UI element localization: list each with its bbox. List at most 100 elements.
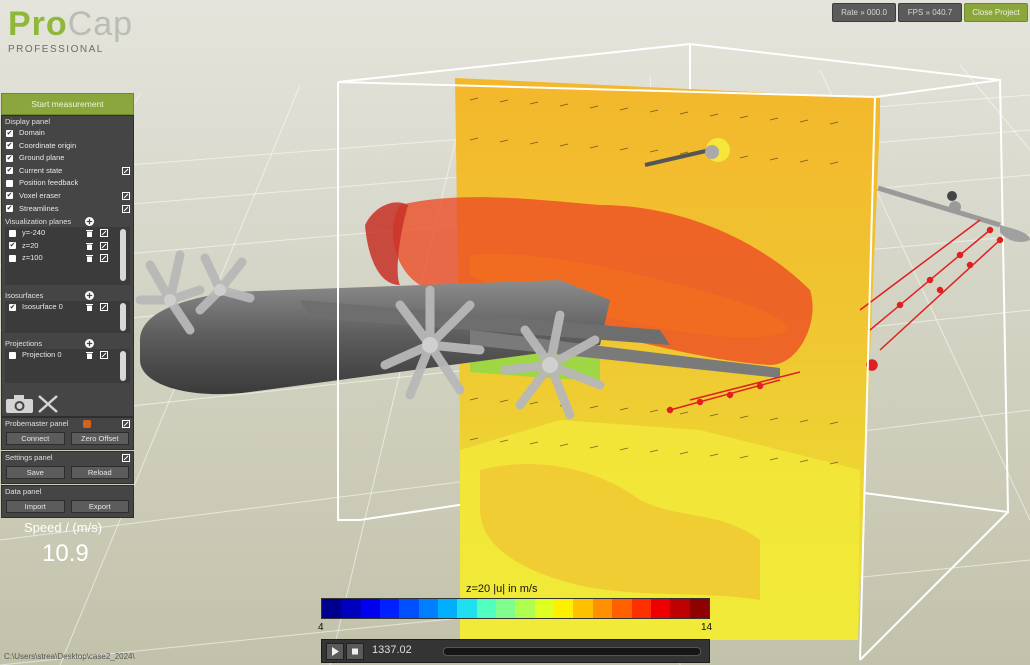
color-scale-swatch [592,599,613,618]
checkbox[interactable]: ✔ [6,205,13,213]
trash-icon[interactable] [86,303,93,312]
edit-icon[interactable] [100,303,108,312]
3d-viewport[interactable] [0,0,1030,665]
rate-display[interactable]: Rate » 000.0 [832,3,896,22]
reload-button[interactable]: Reload [70,466,129,479]
color-scale-swatch [689,599,709,618]
checkbox[interactable]: ✔ [6,167,13,175]
color-scale-swatch [534,599,555,618]
color-scale-swatch [476,599,497,618]
color-scale-title: z=20 |u| in m/s [466,583,538,595]
visualization-planes-title: Visualization planes [5,217,72,227]
display-panel-title: Display panel [5,117,51,126]
display-item[interactable]: ✔ Ground plane [2,152,133,165]
probemaster-header: Probemaster panel [2,418,133,429]
projections-scrollbar[interactable] [120,351,126,382]
checkbox[interactable] [9,254,16,262]
camera-icon[interactable] [5,394,35,414]
edit-icon[interactable] [100,254,108,263]
display-panel: Display panel ✔ Domain ✔ Coordinate origin ✔… [1,115,134,417]
display-item-label: Voxel eraser [19,190,61,200]
plane-item[interactable]: y=-240 [5,227,130,240]
export-button[interactable]: Export [70,500,129,513]
display-item[interactable]: ✔ Streamlines [2,203,133,216]
isosurfaces-list: ✔ Isosurface 0 [5,301,130,334]
color-scale-swatch [612,599,632,618]
play-button[interactable] [326,643,344,660]
probemaster-status-indicator [83,420,91,428]
projections-header: Projections [2,338,133,349]
fps-display[interactable]: FPS » 040.7 [898,3,962,22]
edit-icon[interactable] [122,191,130,200]
checkbox[interactable] [9,229,16,237]
logo-subtitle: PROFESSIONAL [8,44,104,55]
visualization-planes-header: Visualization planes [2,216,133,227]
stop-button[interactable] [346,643,364,660]
planes-scrollbar[interactable] [120,229,126,282]
trash-icon[interactable] [86,242,93,250]
edit-icon[interactable] [122,166,130,175]
project-path: C:\Users\strea\Desktop\case2_2024\ [4,652,135,661]
projection-item[interactable]: Projection 0 [5,349,130,362]
plane-item[interactable]: ✔ z=20 [5,240,130,253]
start-measurement-button[interactable]: Start measurement [1,93,134,115]
zero-offset-button[interactable]: Zero Offset [70,432,129,445]
checkbox[interactable]: ✔ [9,303,16,311]
visualization-planes-list: y=-240 ✔ z=20 z=100 [5,227,130,286]
display-item[interactable]: ✔ Voxel eraser [2,190,133,203]
add-isosurface-icon[interactable] [85,291,94,301]
display-item[interactable]: ✔ Current state [2,165,133,178]
color-scale-max: 14 [701,622,713,633]
color-scale-swatch [554,599,574,618]
color-scale-swatch [457,599,477,618]
settings-panel: Settings panel Save Reload [1,451,134,484]
add-plane-icon[interactable] [85,217,94,227]
trash-icon[interactable] [86,229,93,238]
display-item[interactable]: Position feedback [2,177,133,190]
edit-icon[interactable] [122,420,130,428]
isosurface-item-label: Isosurface 0 [22,302,63,312]
color-scale-swatch [399,599,419,618]
clear-icon[interactable] [37,394,59,414]
checkbox[interactable]: ✔ [6,129,13,137]
color-scale-bar [321,598,710,619]
color-scale-swatch [438,599,458,618]
add-projection-icon[interactable] [85,339,94,349]
checkbox[interactable]: ✔ [6,154,13,162]
save-button[interactable]: Save [6,466,65,479]
color-scale-swatch [650,599,671,618]
color-scale-swatch [631,599,651,618]
display-item-label: Streamlines [19,203,59,213]
color-scale-swatch [322,599,342,618]
checkbox[interactable]: ✔ [9,242,16,250]
checkbox[interactable] [6,179,13,187]
data-panel: Data panel Import Export [1,485,134,518]
checkbox[interactable] [9,351,16,359]
checkbox[interactable]: ✔ [6,142,13,150]
playback-slider[interactable] [443,647,701,656]
color-scale-swatch [573,599,593,618]
edit-icon[interactable] [100,241,108,250]
import-button[interactable]: Import [6,500,65,513]
checkbox[interactable]: ✔ [6,192,13,200]
edit-icon[interactable] [100,229,108,238]
stop-icon [352,648,358,655]
edit-icon[interactable] [100,351,108,360]
display-item-label: Domain [19,128,45,137]
projections-title: Projections [5,339,43,349]
plane-item[interactable]: z=100 [5,252,130,265]
edit-icon[interactable] [122,454,130,462]
trash-icon[interactable] [86,254,93,263]
projections-list: Projection 0 [5,349,130,384]
isosurfaces-scrollbar[interactable] [120,303,126,332]
connect-button[interactable]: Connect [6,432,65,445]
settings-title: Settings panel [5,453,53,462]
probemaster-title: Probemaster panel [5,419,69,428]
close-project-button[interactable]: Close Project [964,3,1028,22]
display-item[interactable]: ✔ Coordinate origin [2,140,133,153]
display-item[interactable]: ✔ Domain [2,127,133,140]
edit-icon[interactable] [122,204,130,213]
settings-header: Settings panel [2,452,133,463]
isosurface-item[interactable]: ✔ Isosurface 0 [5,301,130,314]
trash-icon[interactable] [86,351,93,360]
